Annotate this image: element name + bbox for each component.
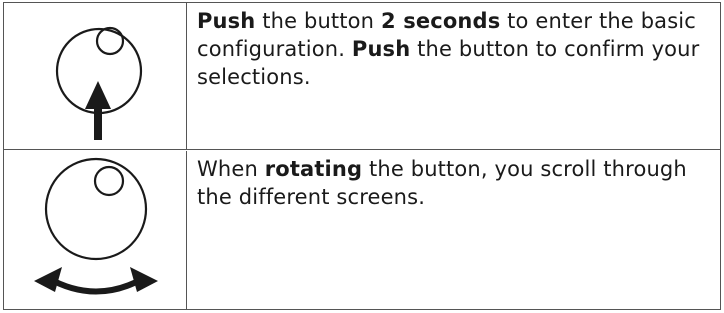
instruction-text-push: Push the button 2 seconds to enter the b… — [197, 7, 712, 91]
rotation-arc — [46, 275, 146, 295]
arrow-right-icon — [130, 267, 158, 292]
arrow-left-icon — [34, 267, 62, 292]
icon-cell-rotate — [4, 151, 187, 309]
instruction-row-rotate: When rotating the button, you scroll thr… — [4, 151, 720, 309]
knob-grip-circle — [93, 165, 125, 197]
text-segment: the button — [255, 9, 381, 33]
instruction-row-push: Push the button 2 seconds to enter the b… — [4, 3, 720, 150]
emphasis-push: Push — [351, 37, 411, 61]
emphasis-duration: 2 seconds — [380, 9, 501, 33]
instruction-text-rotate: When rotating the button, you scroll thr… — [197, 155, 712, 211]
arrow-up-icon — [85, 81, 111, 109]
knob-grip-circle — [95, 26, 125, 56]
push-knob-icon — [55, 26, 143, 140]
emphasis-push: Push — [197, 9, 256, 33]
rotate-knob-icon — [34, 157, 158, 295]
text-segment: When — [197, 157, 265, 181]
instruction-table: Push the button 2 seconds to enter the b… — [3, 2, 721, 310]
emphasis-rotating: rotating — [264, 157, 363, 181]
arrow-shaft — [94, 107, 102, 140]
icon-cell-push — [4, 3, 187, 149]
